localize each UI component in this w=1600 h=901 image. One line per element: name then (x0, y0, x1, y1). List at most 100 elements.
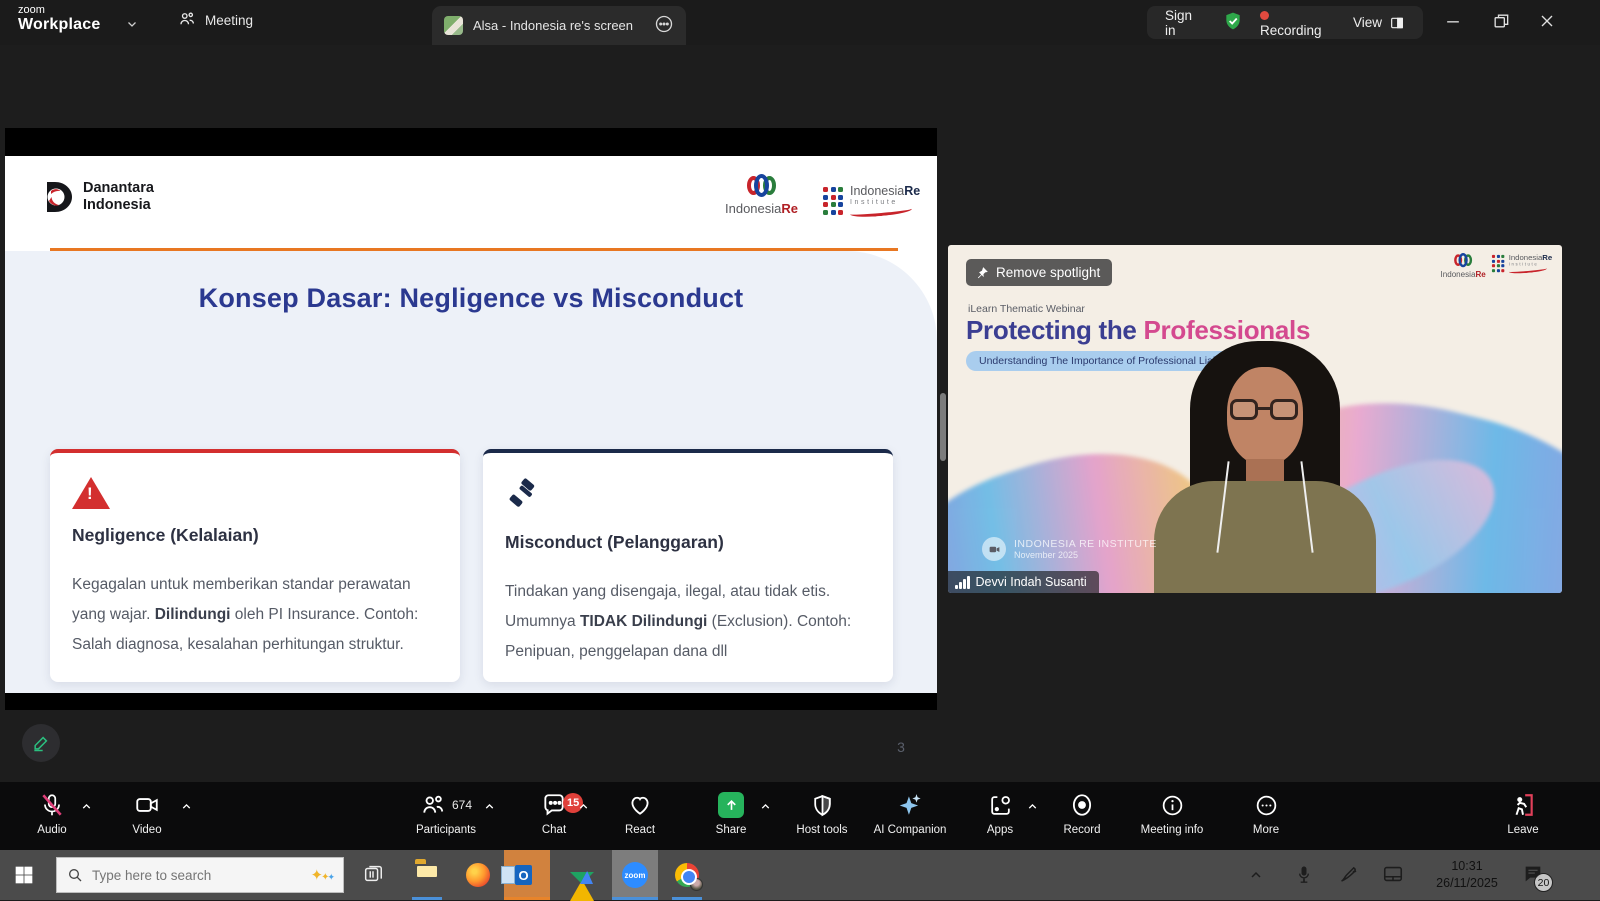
zoom-app-icon[interactable]: zoom (622, 862, 648, 888)
negligence-card-title: Negligence (Kelalaian) (72, 525, 259, 545)
slide-body: Konsep Dasar: Negligence vs Misconduct N… (5, 251, 937, 755)
recording-indicator[interactable]: Recording (1259, 8, 1336, 38)
tab-shared-screen[interactable]: Alsa - Indonesia re's screen (432, 6, 686, 45)
more-ellipsis-icon (1256, 795, 1276, 815)
zoom-titlebar: zoom Workplace Meeting Alsa - Indonesia … (0, 0, 1600, 45)
react-label: React (624, 824, 656, 836)
tray-pen-icon[interactable] (1338, 863, 1362, 887)
institute-swoosh (849, 204, 913, 219)
presenter-glasses (1230, 399, 1300, 421)
slide-title: Konsep Dasar: Negligence vs Misconduct (198, 283, 744, 313)
audio-options-chevron[interactable] (80, 800, 94, 814)
record-button[interactable]: Record (1034, 791, 1130, 836)
danantara-line1: Danantara (83, 180, 154, 197)
security-shield-icon[interactable] (1223, 11, 1243, 34)
share-options-chevron[interactable] (759, 800, 773, 814)
annotate-button[interactable] (22, 724, 60, 762)
danantara-logo-icon (47, 182, 72, 212)
presentation-slide: Danantara Indonesia IndonesiaRe Indonesi… (5, 156, 937, 755)
participants-options-chevron[interactable] (483, 800, 497, 814)
tray-mic-icon[interactable] (1294, 863, 1318, 887)
panel-resize-handle[interactable] (940, 393, 946, 461)
notification-count-badge: 20 (1534, 873, 1553, 892)
indonesiare-institute-logo: IndonesiaRe Institute (823, 184, 921, 219)
video-label: Video (132, 824, 162, 836)
chrome-icon[interactable] (675, 863, 703, 891)
misconduct-body-bold: TIDAK Dilindungi (579, 613, 708, 630)
chat-options-chevron[interactable] (577, 800, 591, 814)
remove-spotlight-button[interactable]: Remove spotlight (966, 259, 1113, 286)
pencil-icon (34, 736, 48, 752)
institute-name-2: Re (904, 184, 921, 198)
mini-institute-logo: IndonesiaRe Institute (1491, 253, 1552, 279)
pin-icon (977, 266, 988, 278)
leave-icon (1515, 794, 1533, 816)
tab-shared-screen-label: Alsa - Indonesia re's screen (473, 18, 634, 33)
webinar-kicker: iLearn Thematic Webinar (968, 303, 1085, 315)
people-icon (178, 10, 196, 31)
more-label: More (1252, 824, 1280, 836)
video-camera-icon (136, 798, 158, 812)
participants-label: Participants (415, 824, 477, 836)
file-explorer-icon[interactable] (415, 863, 439, 887)
video-options-chevron[interactable] (180, 800, 194, 814)
institute-sub: Institute (850, 199, 898, 206)
presenter-jacket (1154, 481, 1376, 593)
tab-meeting-label: Meeting (205, 13, 254, 28)
tab-meeting[interactable]: Meeting (178, 10, 253, 31)
meeting-info-button[interactable]: Meeting info (1124, 791, 1220, 836)
clock-time: 10:31 (1451, 859, 1483, 873)
tray-touchpad-icon[interactable] (1382, 863, 1406, 887)
workspace-chevron-down-icon[interactable] (126, 18, 138, 33)
google-drive-icon[interactable] (570, 863, 594, 901)
watermark-line2: November 2025 (1014, 550, 1079, 560)
participants-button[interactable]: 674 Participants (398, 791, 494, 836)
zoom-workplace-logo: zoom Workplace (18, 4, 100, 33)
start-button[interactable] (14, 865, 34, 890)
participant-name: Devvi Indah Susanti (975, 575, 1087, 589)
taskbar-search[interactable]: ✦✦✦ (56, 857, 344, 893)
shield-icon (813, 794, 831, 816)
ire-name-2: Re (781, 201, 799, 216)
firefox-icon[interactable] (466, 863, 490, 887)
search-icon (69, 869, 82, 882)
spotlight-video-tile[interactable]: iLearn Thematic Webinar Protecting the P… (948, 245, 1562, 593)
negligence-card: Negligence (Kelalaian) Kegagalan untuk m… (50, 449, 460, 682)
signal-bars-icon (955, 575, 970, 589)
leave-button[interactable]: Leave (1475, 791, 1571, 836)
restore-button[interactable] (1491, 10, 1511, 37)
react-button[interactable]: React (592, 791, 688, 836)
view-label: View (1352, 15, 1382, 30)
windows-logo-icon (15, 866, 33, 884)
clock-date: 26/11/2025 (1436, 875, 1498, 890)
outlook-icon[interactable]: O (501, 863, 539, 887)
notification-center-button[interactable]: 20 (1522, 863, 1553, 892)
share-screen-icon (718, 792, 744, 818)
misconduct-card-body: Tindakan yang disengaja, ilegal, atau ti… (505, 577, 871, 667)
search-input[interactable] (92, 867, 272, 883)
institute-dots-icon (823, 187, 843, 215)
ire-name-1: Indonesia (725, 201, 782, 216)
ai-sparkle-icon (899, 794, 921, 815)
more-button[interactable]: More (1218, 791, 1314, 836)
sign-in-button[interactable]: Sign in (1165, 8, 1206, 38)
info-icon (1162, 795, 1182, 815)
heart-icon (631, 796, 649, 815)
close-button[interactable] (1537, 10, 1557, 37)
warning-triangle-icon (72, 477, 110, 509)
institute-watermark: INDONESIA RE INSTITUTE November 2025 (982, 537, 1157, 561)
ai-companion-button[interactable]: AI Companion (855, 791, 965, 836)
mini-inst-2: Re (1542, 253, 1552, 262)
task-view-button[interactable] (362, 863, 386, 887)
tab-avatar (444, 16, 463, 35)
taskbar-clock[interactable]: 10:31 26/11/2025 (1428, 858, 1506, 892)
watermark-line1: INDONESIA RE INSTITUTE (1014, 538, 1157, 550)
tray-chevron-up-icon[interactable] (1248, 867, 1272, 891)
headline-part1: Protecting the (966, 315, 1144, 345)
tab-more-icon[interactable] (654, 14, 674, 37)
slide-header: Danantara Indonesia IndonesiaRe Indonesi… (5, 156, 937, 250)
minimize-button[interactable] (1443, 10, 1463, 37)
view-button[interactable]: View (1353, 15, 1405, 31)
danantara-line2: Indonesia (83, 197, 151, 213)
apps-icon (990, 795, 1010, 815)
